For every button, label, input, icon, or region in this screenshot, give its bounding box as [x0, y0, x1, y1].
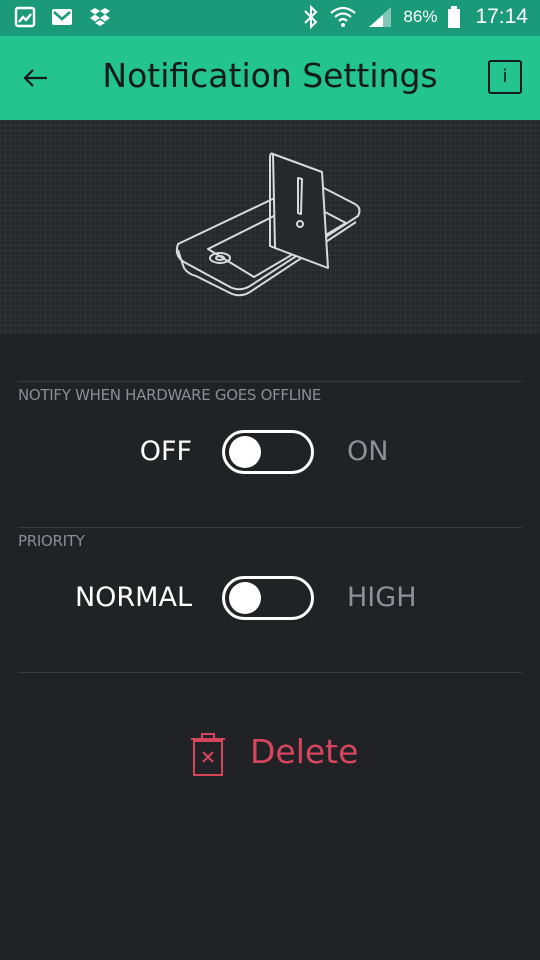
status-right-icons: 86% 17:14 [303, 4, 528, 30]
offline-off-label: OFF [139, 436, 192, 467]
status-bar: 86% 17:14 [0, 0, 540, 36]
phone-notification-icon [175, 152, 361, 297]
offline-notify-toggle[interactable] [222, 430, 314, 474]
gmail-icon [52, 9, 72, 25]
offline-on-label: ON [347, 436, 389, 467]
toggle-knob [229, 436, 261, 468]
notification-illustration [0, 120, 540, 334]
toggle-knob [229, 582, 261, 614]
delete-label: Delete [250, 732, 359, 771]
priority-high-label: HIGH [347, 582, 417, 613]
delete-button[interactable]: Delete [188, 730, 368, 778]
gallery-icon [14, 6, 36, 28]
bluetooth-icon [304, 4, 318, 30]
divider [18, 527, 522, 528]
signal-icon [369, 7, 392, 27]
status-left-icons [14, 6, 112, 28]
offline-section-label: NOTIFY WHEN HARDWARE GOES OFFLINE [18, 386, 322, 404]
page-title: Notification Settings [102, 56, 438, 95]
battery-percentage: 86% [403, 7, 438, 26]
trash-icon [191, 733, 225, 776]
info-button[interactable]: i [488, 60, 522, 94]
divider [18, 381, 522, 382]
dropbox-icon [90, 8, 110, 26]
battery-icon [448, 6, 461, 28]
priority-section-label: PRIORITY [18, 532, 85, 550]
wifi-icon [330, 6, 357, 27]
app-bar: Notification Settings i [0, 36, 540, 120]
priority-toggle[interactable] [222, 576, 314, 620]
priority-normal-label: NORMAL [74, 582, 192, 613]
clock: 17:14 [475, 5, 528, 28]
divider [18, 672, 522, 673]
